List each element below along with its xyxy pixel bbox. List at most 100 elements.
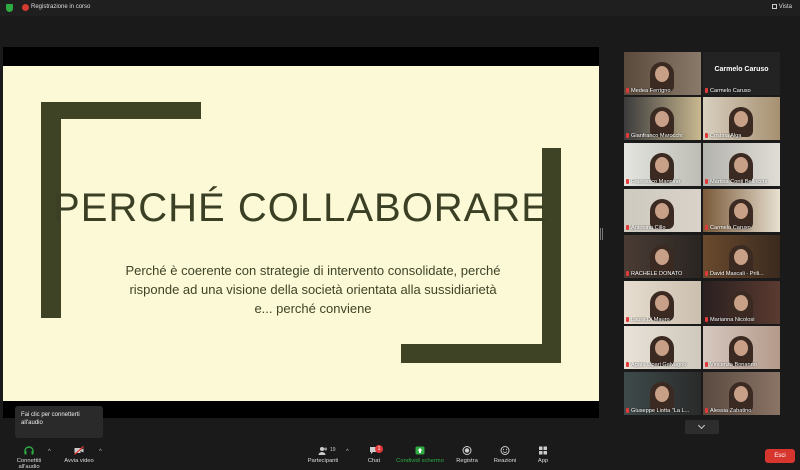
share-screen-label: Condividi schermo bbox=[396, 458, 444, 464]
participant-name-text: Martina Conti Bellocchi bbox=[710, 179, 768, 185]
security-shield-icon[interactable] bbox=[6, 4, 13, 12]
participant-name: Antonino Cillo bbox=[626, 225, 699, 231]
participant-face bbox=[734, 203, 748, 219]
reactions-label: Reazioni bbox=[493, 458, 517, 464]
chat-unread-badge: 1 bbox=[375, 445, 383, 453]
slide-frame-bottom-right-horizontal bbox=[401, 344, 561, 363]
chat-button[interactable]: Chat bbox=[352, 446, 396, 464]
participants-count: 19 bbox=[330, 447, 336, 453]
share-screen-button[interactable]: Condividi schermo bbox=[394, 446, 446, 464]
participant-tile[interactable]: Carmelo Caruso bbox=[703, 189, 780, 232]
participants-label: Partecipanti bbox=[307, 458, 339, 464]
leave-meeting-button[interactable]: Esci bbox=[765, 449, 795, 463]
muted-mic-icon bbox=[705, 179, 708, 184]
participant-tile[interactable]: Martina Conti Bellocchi bbox=[703, 143, 780, 186]
participant-name-text: Gianfranco Marocchi bbox=[631, 133, 683, 139]
participant-name-text: Alessia Zabatino bbox=[710, 408, 752, 414]
meeting-top-bar: Registrazione in corso Vista bbox=[0, 0, 800, 16]
participant-face bbox=[734, 111, 748, 127]
participant-name: Agata Lipari Galvagno bbox=[626, 362, 699, 368]
join-audio-label: Connettiti all'audio bbox=[16, 458, 42, 470]
participant-name-text: Vincenza Bonanno bbox=[710, 362, 757, 368]
muted-mic-icon bbox=[626, 225, 629, 230]
muted-mic-icon bbox=[626, 133, 629, 138]
slide-body-line: risponde ad una visione della società or… bbox=[129, 282, 497, 297]
join-audio-button[interactable]: Connettiti all'audio bbox=[6, 446, 52, 470]
participant-name-text: Giuseppe Liotta "La L... bbox=[631, 408, 690, 414]
record-icon bbox=[462, 446, 472, 455]
apps-label: App bbox=[537, 458, 549, 464]
presentation-slide: PERCHÉ COLLABORARE Perché è coerente con… bbox=[3, 66, 599, 401]
tooltip-line: Fai clic per connetterti bbox=[21, 412, 80, 418]
muted-mic-icon bbox=[705, 225, 708, 230]
muted-mic-icon bbox=[626, 88, 629, 93]
participant-tile[interactable]: Giuseppe Liotta "La L... bbox=[624, 372, 701, 415]
participant-name: Martina Conti Bellocchi bbox=[705, 179, 778, 185]
record-label: Registra bbox=[456, 458, 478, 464]
muted-mic-icon bbox=[626, 362, 629, 367]
participant-tile[interactable]: Antonino Cillo bbox=[624, 189, 701, 232]
participant-tile[interactable]: David Mascali - Prili... bbox=[703, 235, 780, 278]
slide-frame-bottom-right-vertical bbox=[542, 148, 561, 363]
audio-options-caret[interactable]: ^ bbox=[48, 449, 51, 455]
participant-tile[interactable]: Marianna Nicolosi bbox=[703, 281, 780, 324]
headphones-icon bbox=[24, 446, 34, 455]
participant-face bbox=[734, 340, 748, 356]
participants-options-caret[interactable]: ^ bbox=[346, 449, 349, 455]
muted-mic-icon bbox=[626, 408, 629, 413]
slide-title: PERCHÉ COLLABORARE bbox=[53, 186, 549, 230]
participant-face bbox=[734, 386, 748, 402]
muted-mic-icon bbox=[705, 271, 708, 276]
participant-face bbox=[655, 386, 669, 402]
participant-name: Medea Ferrigno bbox=[626, 88, 699, 94]
muted-mic-icon bbox=[705, 133, 708, 138]
participant-tile[interactable]: Vincenza Bonanno bbox=[703, 326, 780, 369]
view-label: Vista bbox=[778, 4, 792, 10]
participant-tile[interactable]: Laura Di Mauro bbox=[624, 281, 701, 324]
muted-mic-icon bbox=[705, 408, 708, 413]
participant-name: Francesco Mannino bbox=[626, 179, 699, 185]
tooltip-line: all'audio bbox=[21, 420, 43, 426]
start-video-label: Avvia video bbox=[64, 458, 94, 464]
participant-name: Alessia Zabatino bbox=[705, 408, 778, 414]
participant-tile[interactable]: RACHELE DONATO bbox=[624, 235, 701, 278]
participant-name-text: Carmelo Caruso bbox=[710, 88, 751, 94]
meeting-toolbar: Connettiti all'audio Avvia video Parteci… bbox=[0, 443, 800, 470]
panel-resize-handle[interactable] bbox=[600, 228, 603, 240]
participant-face bbox=[734, 249, 748, 265]
participant-tile[interactable]: Gianfranco Marocchi bbox=[624, 97, 701, 140]
participant-tile[interactable]: Alessia Zabatino bbox=[703, 372, 780, 415]
slide-body: Perché è coerente con strategie di inter… bbox=[103, 261, 523, 318]
participant-name-text: Medea Ferrigno bbox=[631, 88, 671, 94]
chevron-down-icon bbox=[697, 421, 706, 430]
participant-name-text: David Mascali - Prili... bbox=[710, 271, 764, 277]
participant-name-text: Agata Lipari Galvagno bbox=[631, 362, 687, 368]
participant-name: RACHELE DONATO bbox=[626, 271, 699, 277]
participant-name-text: Antonino Cillo bbox=[631, 225, 666, 231]
video-off-icon bbox=[74, 446, 84, 455]
participant-tile[interactable]: Francesco Mannino bbox=[624, 143, 701, 186]
participant-tile[interactable]: Agata Lipari Galvagno bbox=[624, 326, 701, 369]
reaction-icon bbox=[500, 446, 510, 455]
slide-frame-top-left-horizontal bbox=[41, 102, 201, 119]
participant-name-text: Francesco Mannino bbox=[631, 179, 681, 185]
participant-name: Carmelo Caruso bbox=[705, 88, 778, 94]
recording-status: Registrazione in corso bbox=[31, 4, 91, 10]
participant-name: Giuseppe Liotta "La L... bbox=[626, 408, 699, 414]
participant-tile[interactable]: Cristina Alga bbox=[703, 97, 780, 140]
view-button[interactable]: Vista bbox=[771, 4, 792, 10]
participant-name-text: Marianna Nicolosi bbox=[710, 317, 755, 323]
participant-tile[interactable]: Carmelo Caruso Carmelo Caruso bbox=[703, 52, 780, 95]
participant-tile[interactable]: Medea Ferrigno bbox=[624, 52, 701, 95]
participant-face bbox=[655, 249, 669, 265]
participant-name: David Mascali - Prili... bbox=[705, 271, 778, 277]
participant-face bbox=[655, 295, 669, 311]
participant-display-name: Carmelo Caruso bbox=[714, 66, 769, 73]
apps-button[interactable]: App bbox=[521, 446, 565, 464]
video-options-caret[interactable]: ^ bbox=[99, 449, 102, 455]
participants-button[interactable]: Partecipanti bbox=[301, 446, 345, 464]
muted-mic-icon bbox=[705, 362, 708, 367]
start-video-button[interactable]: Avvia video bbox=[57, 446, 101, 464]
participant-name-text: Laura Di Mauro bbox=[631, 317, 670, 323]
gallery-scroll-down-button[interactable] bbox=[685, 420, 719, 434]
